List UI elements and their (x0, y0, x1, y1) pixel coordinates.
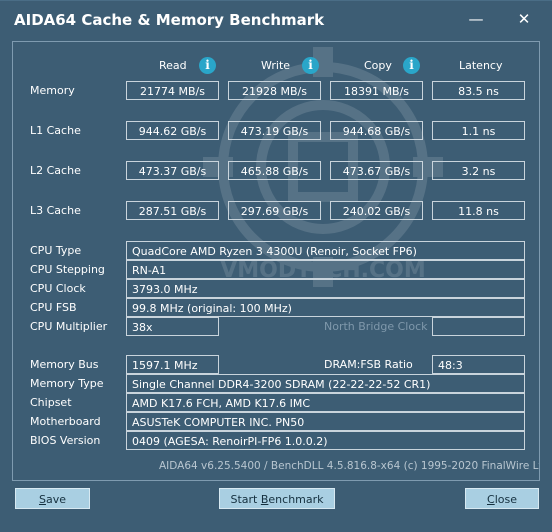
bios-version-value: 0409 (AGESA: RenoirPI-FP6 1.0.0.2) (126, 431, 525, 450)
cpu-type-value: QuadCore AMD Ryzen 3 4300U (Renoir, Sock… (126, 241, 525, 260)
motherboard-label: Motherboard (30, 415, 101, 428)
cpu-multiplier-label: CPU Multiplier (30, 320, 108, 333)
close-window-button[interactable]: ✕ (512, 9, 536, 29)
save-button-label: ave (45, 493, 66, 506)
write-info-icon[interactable]: i (302, 57, 319, 74)
column-header-latency: Latency (459, 59, 503, 72)
l1-latency-value: 1.1 ns (432, 121, 525, 140)
memory-type-label: Memory Type (30, 377, 104, 390)
cpu-multiplier-value: 38x (126, 317, 219, 336)
version-footer: AIDA64 v6.25.5400 / BenchDLL 4.5.816.8-x… (159, 460, 540, 472)
l3-write-value: 297.69 GB/s (228, 201, 321, 220)
chipset-label: Chipset (30, 396, 72, 409)
l3-latency-value: 11.8 ns (432, 201, 525, 220)
l3-copy-value: 240.02 GB/s (330, 201, 423, 220)
title-bar[interactable]: AIDA64 Cache & Memory Benchmark — ✕ (0, 1, 552, 39)
save-button-accel: S (38, 493, 46, 506)
memory-bus-label: Memory Bus (30, 358, 99, 371)
column-header-write: Write (261, 59, 291, 72)
row-label-l2: L2 Cache (30, 164, 81, 177)
memory-type-value: Single Channel DDR4-3200 SDRAM (22-22-22… (126, 374, 525, 393)
cpu-clock-value: 3793.0 MHz (126, 279, 525, 298)
copy-info-icon[interactable]: i (403, 57, 420, 74)
l2-write-value: 465.88 GB/s (228, 161, 321, 180)
l2-copy-value: 473.67 GB/s (330, 161, 423, 180)
l2-read-value: 473.37 GB/s (126, 161, 219, 180)
row-label-memory: Memory (30, 84, 75, 97)
chipset-value: AMD K17.6 FCH, AMD K17.6 IMC (126, 393, 525, 412)
row-label-l1: L1 Cache (30, 124, 81, 137)
dram-fsb-ratio-label: DRAM:FSB Ratio (324, 358, 413, 371)
l3-read-value: 287.51 GB/s (126, 201, 219, 220)
close-button-label: lose (494, 493, 517, 506)
benchmark-window: AIDA64 Cache & Memory Benchmark — ✕ VMOD… (0, 0, 552, 532)
motherboard-value: ASUSTeK COMPUTER INC. PN50 (126, 412, 525, 431)
l1-read-value: 944.62 GB/s (126, 121, 219, 140)
bios-version-label: BIOS Version (30, 434, 101, 447)
close-button-accel: C (487, 493, 495, 506)
window-title: AIDA64 Cache & Memory Benchmark (14, 11, 325, 29)
cpu-clock-label: CPU Clock (30, 282, 86, 295)
memory-copy-value: 18391 MB/s (330, 81, 423, 100)
cpu-fsb-value: 99.8 MHz (original: 100 MHz) (126, 298, 525, 317)
save-button[interactable]: Save (15, 488, 90, 509)
column-header-read: Read (159, 59, 187, 72)
read-info-icon[interactable]: i (199, 57, 216, 74)
start-benchmark-button[interactable]: Start Benchmark (219, 488, 335, 509)
start-button-label: enchmark (268, 493, 324, 506)
cpu-type-label: CPU Type (30, 244, 82, 257)
results-panel: VMODTECH.COM Read i Write i Copy i Laten… (12, 41, 540, 481)
column-header-copy: Copy (364, 59, 392, 72)
memory-bus-value: 1597.1 MHz (126, 355, 219, 374)
row-label-l3: L3 Cache (30, 204, 81, 217)
memory-read-value: 21774 MB/s (126, 81, 219, 100)
cpu-fsb-label: CPU FSB (30, 301, 77, 314)
north-bridge-clock-label: North Bridge Clock (324, 320, 428, 333)
l2-latency-value: 3.2 ns (432, 161, 525, 180)
start-button-label-pre: Start (230, 493, 261, 506)
memory-latency-value: 83.5 ns (432, 81, 525, 100)
close-button[interactable]: Close (465, 488, 539, 509)
memory-write-value: 21928 MB/s (228, 81, 321, 100)
l1-copy-value: 944.68 GB/s (330, 121, 423, 140)
north-bridge-clock-value (432, 317, 525, 336)
l1-write-value: 473.19 GB/s (228, 121, 321, 140)
dram-fsb-ratio-value: 48:3 (432, 355, 525, 374)
cpu-stepping-value: RN-A1 (126, 260, 525, 279)
minimize-button[interactable]: — (464, 9, 488, 29)
cpu-stepping-label: CPU Stepping (30, 263, 105, 276)
